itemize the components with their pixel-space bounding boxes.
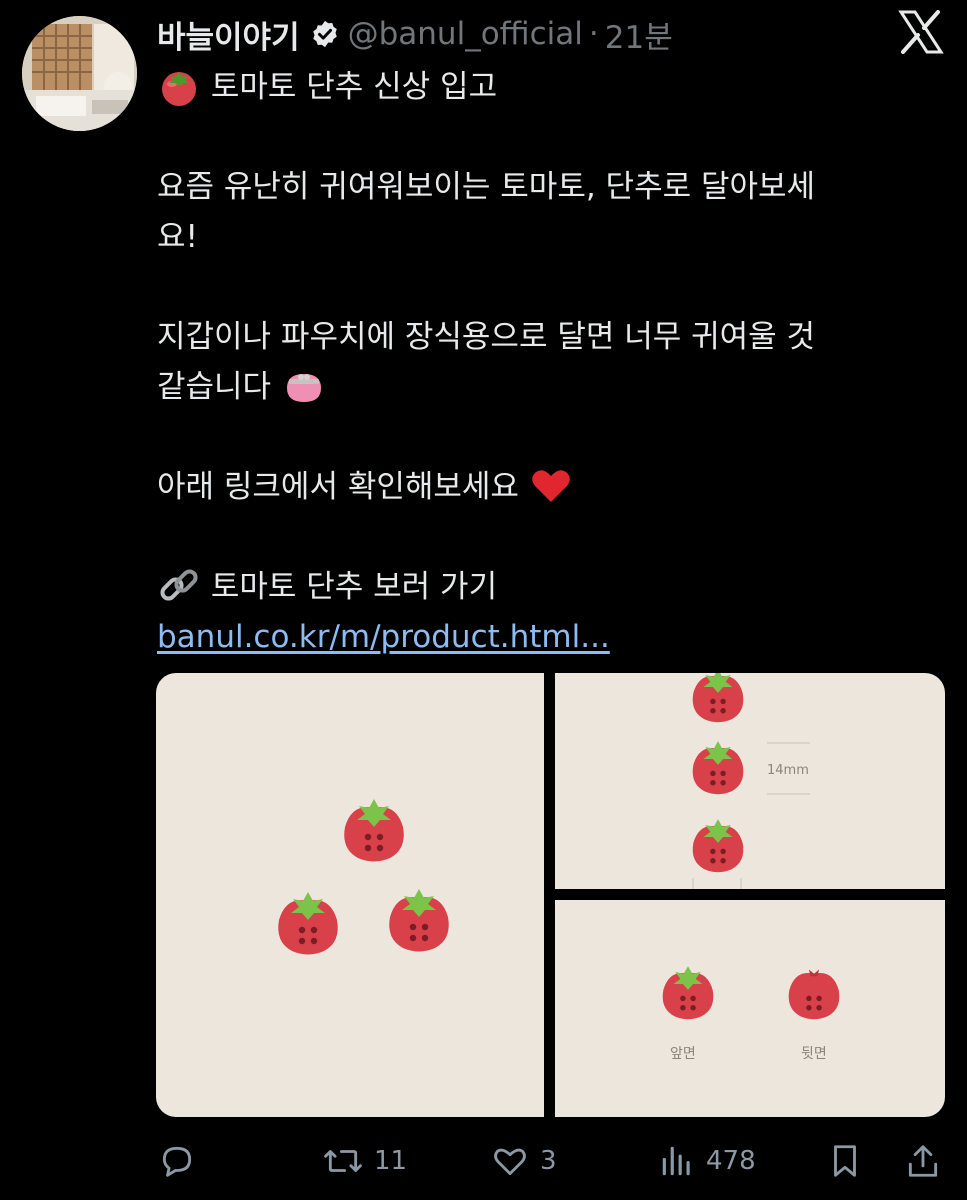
- reply-button[interactable]: [158, 1132, 196, 1190]
- share-upload-icon: [908, 1145, 938, 1177]
- link-icon: [160, 568, 198, 601]
- verified-badge-icon: [312, 20, 337, 48]
- post-line-2: 요즘 유난히 귀여워보이는 토마토, 단추로 달아보세: [157, 169, 816, 205]
- avatar-image: [22, 16, 137, 131]
- back-label: 뒷면: [801, 1046, 827, 1062]
- heart-icon: [494, 1148, 526, 1176]
- media-grid[interactable]: 14mm 앞면 뒷면: [156, 673, 945, 1117]
- user-handle[interactable]: @banul_official: [348, 16, 583, 52]
- post-header: 바늘이야기 @banul_official · 21분: [157, 10, 673, 58]
- views-button[interactable]: 478: [658, 1132, 756, 1190]
- views-count: 478: [706, 1146, 756, 1176]
- post-line-3: 요!: [157, 219, 198, 255]
- post-time[interactable]: 21분: [605, 12, 673, 57]
- post-line-7: 토마토 단추 보러 가기: [210, 569, 498, 605]
- repost-button[interactable]: 11: [322, 1132, 407, 1190]
- tomato-icon: [162, 71, 196, 106]
- bookmark-button[interactable]: [828, 1132, 862, 1190]
- media-photo-3[interactable]: 앞면 뒷면: [555, 900, 945, 1117]
- product-link[interactable]: banul.co.kr/m/product.html...: [157, 619, 610, 655]
- post-line-5: 같습니다: [157, 369, 272, 405]
- bar-chart-icon: [662, 1146, 690, 1176]
- display-name[interactable]: 바늘이야기: [157, 12, 300, 57]
- like-button[interactable]: 3: [490, 1132, 557, 1190]
- avatar[interactable]: [22, 16, 137, 131]
- media-photo-2[interactable]: 14mm: [555, 673, 945, 889]
- post-text: 토마토 단추 신상 입고 요즘 유난히 귀여워보이는 토마토, 단추로 달아보세…: [157, 62, 947, 662]
- size-label: 14mm: [767, 763, 809, 778]
- repost-count: 11: [374, 1146, 408, 1176]
- tomato-buttons-photo: [278, 799, 449, 955]
- heart-emoji-icon: [532, 469, 570, 502]
- post-line-4: 지갑이나 파우치에 장식용으로 달면 너무 귀여울 것: [157, 319, 816, 355]
- like-count: 3: [540, 1146, 557, 1176]
- purse-icon: [286, 373, 321, 402]
- post-line-1: 토마토 단추 신상 입고: [210, 69, 498, 105]
- repost-arrows-icon: [324, 1150, 362, 1172]
- share-button[interactable]: [905, 1132, 941, 1190]
- front-back-photo: 앞면 뒷면: [662, 966, 840, 1062]
- separator-dot: ·: [588, 16, 599, 52]
- tomato-size-photo: 14mm: [692, 673, 810, 889]
- x-logo-icon[interactable]: [898, 10, 944, 54]
- post-line-6: 아래 링크에서 확인해보세요: [157, 469, 519, 505]
- media-photo-1[interactable]: [156, 673, 544, 1117]
- speech-bubble-icon: [162, 1146, 192, 1177]
- front-label: 앞면: [670, 1046, 696, 1062]
- action-bar: 11 3 478: [0, 1132, 967, 1190]
- bookmark-icon: [834, 1145, 856, 1177]
